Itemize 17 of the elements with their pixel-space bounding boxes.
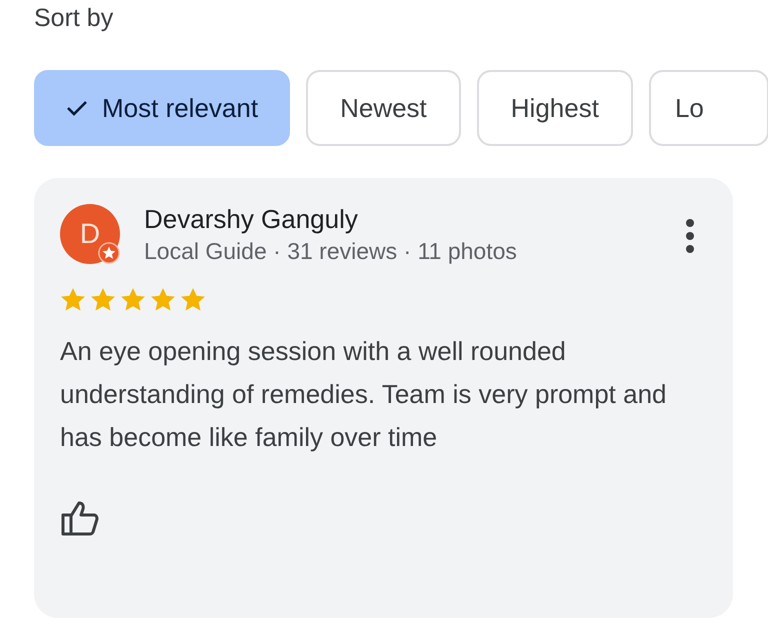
star-icon: [60, 287, 86, 312]
thumbs-up-icon[interactable]: [60, 499, 100, 538]
more-options-icon[interactable]: [685, 218, 695, 254]
star-icon: [120, 287, 146, 312]
check-icon: [66, 99, 88, 117]
sort-chip[interactable]: Lo: [648, 70, 768, 146]
sort-chip[interactable]: Highest: [476, 70, 633, 146]
reviewer-meta: Local Guide · 31 reviews · 11 photos: [144, 237, 518, 266]
star-icon: [90, 287, 116, 312]
sort-chip[interactable]: Newest: [306, 70, 461, 146]
author-name[interactable]: Devarshy Ganguly: [144, 204, 661, 236]
sort-label: Sort by: [34, 3, 114, 31]
sort-chip[interactable]: Most relevant: [34, 70, 290, 146]
review-text: An eye opening session with a well rounded understanding of remedies. Team is very prompt and has become like family over time: [60, 335, 668, 454]
star-icon: [180, 287, 206, 312]
local-guide-badge-icon: [98, 242, 120, 264]
star-icon: [150, 287, 176, 312]
